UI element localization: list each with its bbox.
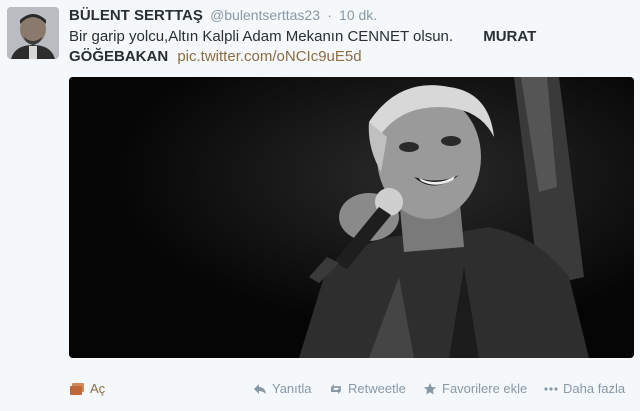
tweet-text: Bir garip yolcu,Altın Kalpli Adam Mekanı… — [69, 27, 549, 67]
reply-icon — [254, 383, 266, 394]
open-button[interactable]: Aç — [69, 381, 105, 396]
media-link[interactable]: pic.twitter.com/oNCIc9uE5d — [177, 48, 361, 65]
tweet: BÜLENT SERTTAŞ @bulentserttas23 · 10 dk.… — [0, 0, 640, 411]
ellipsis-icon — [544, 386, 558, 391]
tweet-text-name-2: GÖĞEBAKAN — [69, 48, 169, 65]
avatar-image — [7, 7, 59, 59]
media-icon — [70, 382, 84, 395]
retweet-button[interactable]: Retweetle — [329, 381, 406, 396]
username[interactable]: @bulentserttas23 — [210, 7, 320, 23]
tweet-text-name-1: MURAT — [483, 28, 537, 45]
tweet-actions: Aç Yanıtla Retweetle Favorilere ekle Dah… — [69, 381, 640, 405]
photo-image — [69, 77, 634, 358]
avatar[interactable] — [7, 7, 59, 59]
reply-label: Yanıtla — [272, 381, 312, 396]
more-label: Daha fazla — [563, 381, 626, 396]
reply-button[interactable]: Yanıtla — [253, 381, 312, 396]
timestamp[interactable]: 10 dk. — [339, 7, 377, 23]
separator: · — [327, 7, 332, 23]
tweet-text-main: Bir garip yolcu,Altın Kalpli Adam Mekanı… — [69, 28, 454, 45]
fullname[interactable]: BÜLENT SERTTAŞ — [69, 7, 203, 24]
retweet-label: Retweetle — [348, 381, 406, 396]
more-button[interactable]: Daha fazla — [544, 381, 625, 396]
star-icon — [424, 382, 436, 394]
tweet-photo[interactable] — [69, 77, 634, 358]
favorite-button[interactable]: Favorilere ekle — [423, 381, 527, 396]
open-label: Aç — [90, 381, 106, 396]
tweet-header: BÜLENT SERTTAŞ @bulentserttas23 · 10 dk. — [69, 6, 630, 25]
retweet-icon — [331, 383, 341, 394]
favorite-label: Favorilere ekle — [442, 381, 528, 396]
